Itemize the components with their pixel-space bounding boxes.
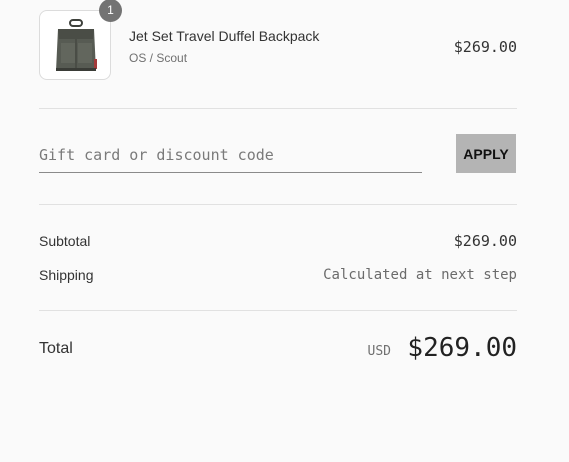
total-label: Total <box>39 340 73 357</box>
quantity-badge: 1 <box>99 0 122 22</box>
product-price: $269.00 <box>453 38 517 56</box>
divider <box>39 108 517 109</box>
total-value: $269.00 <box>407 333 517 363</box>
product-name: Jet Set Travel Duffel Backpack <box>129 28 320 44</box>
product-variant: OS / Scout <box>129 51 188 65</box>
product-thumbnail <box>39 10 111 80</box>
apply-button[interactable]: APPLY <box>456 134 516 173</box>
divider <box>39 310 517 311</box>
currency-code: USD <box>367 344 391 359</box>
shipping-label: Shipping <box>39 267 94 283</box>
line-item: 1 Jet Set Travel Duffel Backpack OS / Sc… <box>39 0 517 82</box>
subtotal-label: Subtotal <box>39 233 91 249</box>
shipping-value: Calculated at next step <box>323 267 517 283</box>
divider <box>39 204 517 205</box>
discount-code-input[interactable] <box>39 138 422 173</box>
backpack-icon <box>56 19 97 71</box>
subtotal-value: $269.00 <box>453 232 517 250</box>
